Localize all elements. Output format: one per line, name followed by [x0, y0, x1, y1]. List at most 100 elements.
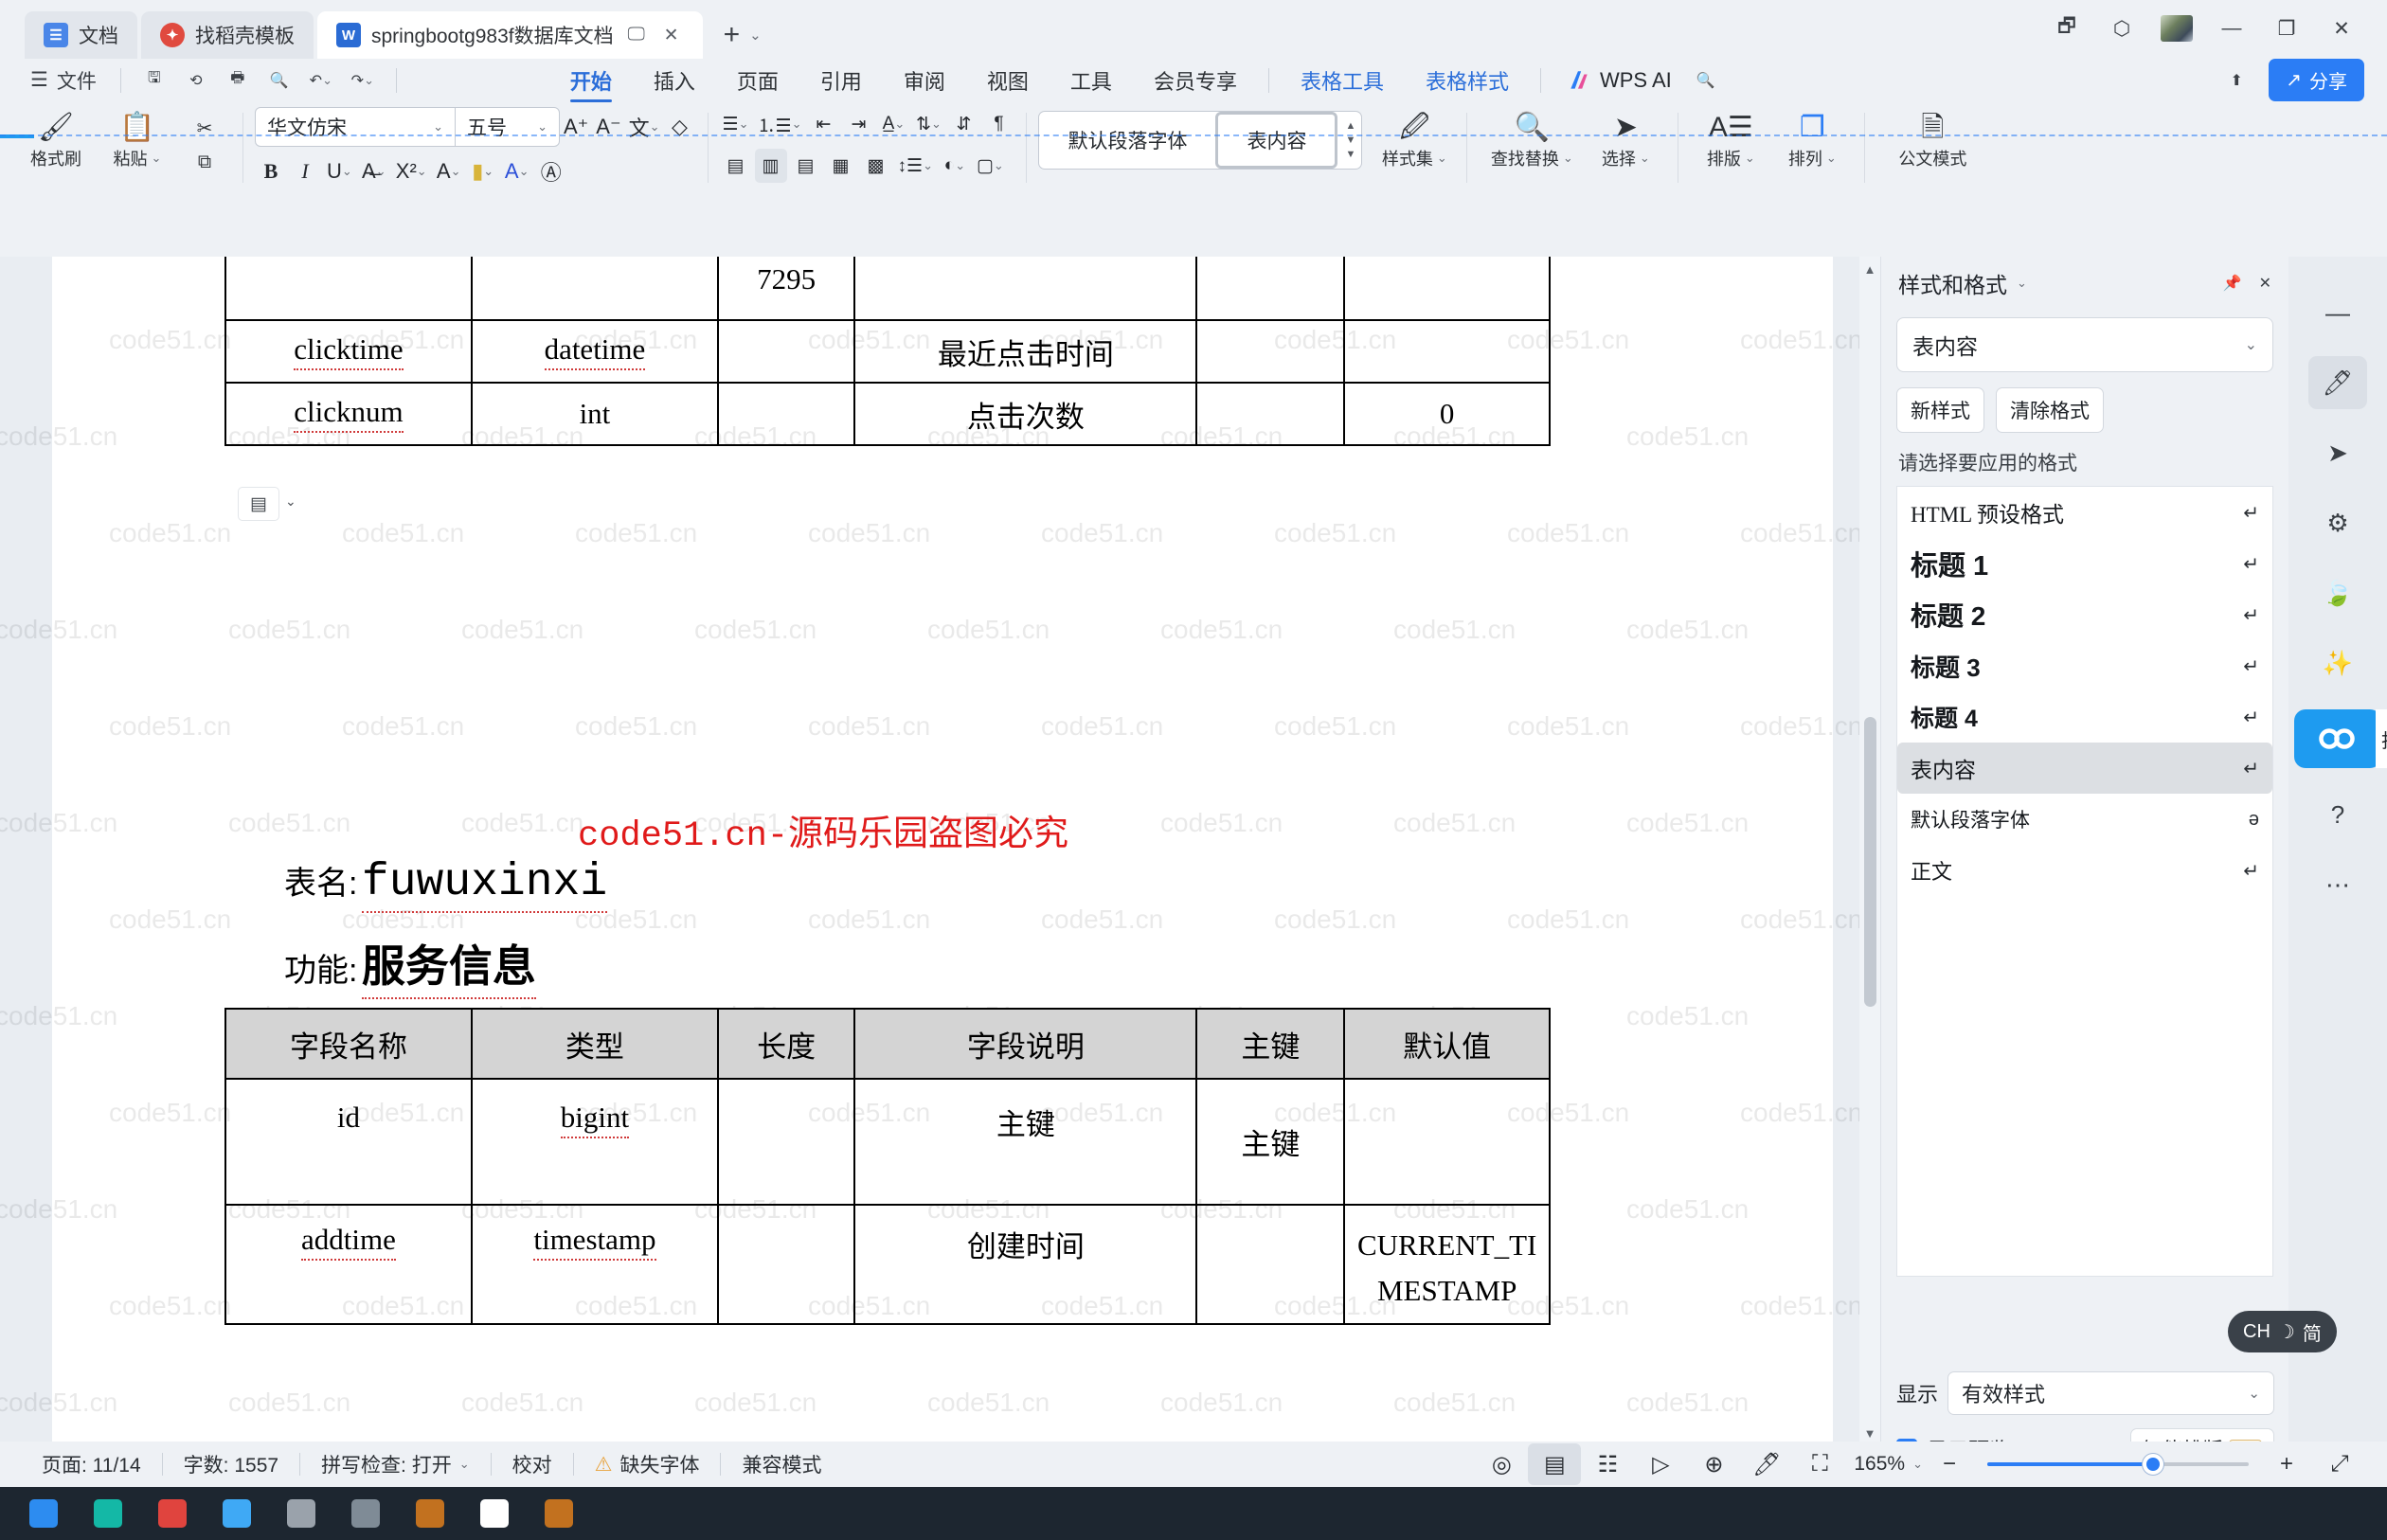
- copy-icon[interactable]: ⧉: [188, 146, 221, 178]
- page-view-icon[interactable]: ▤: [1528, 1443, 1582, 1485]
- arrange-button[interactable]: ❐ 排列 ⌄: [1771, 107, 1853, 170]
- taskbar-items[interactable]: [0, 1487, 2387, 1540]
- new-style-button[interactable]: 新样式: [1896, 387, 1984, 433]
- undo-cloud-icon[interactable]: ⟲: [177, 62, 215, 99]
- slider-knob[interactable]: [2143, 1454, 2163, 1475]
- spellcheck-status[interactable]: 拼写检查: 打开 ⌄: [300, 1450, 491, 1478]
- cell[interactable]: 7295: [716, 257, 856, 321]
- cell[interactable]: [1195, 319, 1346, 384]
- upload-cloud-icon[interactable]: ⬆: [2217, 62, 2255, 99]
- cell[interactable]: [1343, 319, 1551, 384]
- cell[interactable]: 最近点击时间: [853, 319, 1198, 384]
- style-list-item[interactable]: HTML 预设格式 ↵: [1897, 487, 2272, 538]
- table-row[interactable]: clicktime datetime 最近点击时间: [224, 319, 1551, 384]
- cell[interactable]: 主键: [1195, 1078, 1346, 1206]
- style-table-content[interactable]: 表内容: [1215, 112, 1338, 169]
- cell[interactable]: [716, 382, 856, 446]
- table-row[interactable]: id bigint 主键 主键: [224, 1078, 1551, 1206]
- cell[interactable]: [1195, 1204, 1346, 1325]
- select-button[interactable]: ➤ 选择 ⌄: [1585, 107, 1666, 170]
- pen-tool-icon[interactable]: 🖊: [2288, 348, 2387, 418]
- web-view-icon[interactable]: ⊕: [1687, 1443, 1740, 1485]
- table-row[interactable]: 7295: [224, 257, 1551, 321]
- show-select[interactable]: 有效样式 ⌄: [1947, 1371, 2274, 1415]
- cell[interactable]: clicknum: [224, 382, 473, 446]
- more-styles-icon[interactable]: ▼: [1345, 149, 1355, 160]
- help-icon[interactable]: ?: [2288, 779, 2387, 850]
- cell[interactable]: 点击次数: [853, 382, 1198, 446]
- scroll-up-icon[interactable]: ▲: [1345, 120, 1355, 132]
- chevron-down-icon[interactable]: ⌄: [2017, 276, 2027, 291]
- outline-view-icon[interactable]: ☷: [1581, 1443, 1634, 1485]
- page-indicator[interactable]: 页面: 11/14: [21, 1450, 162, 1478]
- cell[interactable]: [1195, 257, 1346, 321]
- tab-view[interactable]: 视图: [966, 59, 1050, 101]
- highlight-icon[interactable]: ▮ ⌄: [467, 154, 499, 188]
- align-right-icon[interactable]: ▤: [790, 149, 822, 183]
- chevron-down-icon[interactable]: ⌄: [285, 493, 296, 510]
- font-family-select[interactable]: 华文仿宋 ⌄: [256, 108, 455, 146]
- scroll-up-icon[interactable]: ▲: [1859, 259, 1880, 279]
- restore-button[interactable]: ❐: [2262, 9, 2311, 47]
- cell[interactable]: [470, 257, 719, 321]
- italic-button[interactable]: I: [289, 154, 321, 188]
- cell[interactable]: id: [224, 1078, 473, 1206]
- print-icon[interactable]: 🖶: [219, 62, 257, 99]
- cell[interactable]: [716, 319, 856, 384]
- file-menu-button[interactable]: ☰ 文件: [21, 62, 106, 99]
- close-button[interactable]: ✕: [2317, 9, 2366, 47]
- bold-button[interactable]: B: [255, 154, 287, 188]
- style-list-item[interactable]: 标题 2 ↵: [1897, 589, 2272, 640]
- leaf-scan-icon[interactable]: 🍃: [2288, 558, 2387, 628]
- style-list-item[interactable]: 正文 ↵: [1897, 845, 2272, 896]
- tab-insert[interactable]: 插入: [633, 59, 716, 101]
- scroll-down-icon[interactable]: ▼: [1859, 1423, 1880, 1443]
- tab-table-tools[interactable]: 表格工具: [1280, 59, 1405, 101]
- word-count[interactable]: 字数: 1557: [163, 1450, 299, 1478]
- share-button[interactable]: ↗ 分享: [2269, 59, 2364, 101]
- format-painter-button[interactable]: 🖌 格式刷: [15, 107, 97, 170]
- compatibility-mode[interactable]: 兼容模式: [721, 1450, 842, 1478]
- cell[interactable]: [853, 257, 1198, 321]
- taskbar-app-icon[interactable]: [271, 1487, 332, 1540]
- present-icon[interactable]: ▷: [1634, 1443, 1687, 1485]
- cell[interactable]: 0: [1343, 382, 1551, 446]
- style-list-item[interactable]: 标题 1 ↵: [1897, 538, 2272, 589]
- style-list-item[interactable]: 表内容 ↵: [1897, 743, 2272, 794]
- paste-button[interactable]: 📋 粘贴 ⌄: [97, 107, 178, 170]
- tab-start[interactable]: 开始: [549, 59, 633, 102]
- style-list-item[interactable]: 默认段落字体 ə: [1897, 794, 2272, 845]
- taskbar-app-icon[interactable]: [464, 1487, 525, 1540]
- superscript-button[interactable]: X² ⌄: [392, 154, 431, 188]
- style-gallery[interactable]: 默认段落字体 表内容 ▲ ▼ ▼: [1038, 111, 1363, 170]
- undo-icon[interactable]: ↶ ⌄: [302, 62, 340, 99]
- zoom-level[interactable]: 165%: [1846, 1453, 1912, 1476]
- focus-icon[interactable]: ◎: [1475, 1443, 1528, 1485]
- taskbar-app-icon[interactable]: [400, 1487, 460, 1540]
- document-vertical-scrollbar[interactable]: ▲ ▼ ⌄ ⌃: [1859, 257, 1880, 1487]
- cell[interactable]: [1343, 257, 1551, 321]
- clear-format-button[interactable]: 清除格式: [1996, 387, 2104, 433]
- tab-template-store[interactable]: ✦ 找稻壳模板: [141, 11, 314, 59]
- redo-icon[interactable]: ↷ ⌄: [344, 62, 382, 99]
- cell[interactable]: CURRENT_TIMESTAMP: [1343, 1204, 1551, 1325]
- cell[interactable]: 创建时间: [853, 1204, 1198, 1325]
- fullscreen-icon[interactable]: ⛶: [1793, 1443, 1846, 1485]
- distribute-icon[interactable]: ▩: [860, 149, 892, 183]
- official-mode-button[interactable]: 🗎 公文模式: [1876, 107, 1988, 170]
- tab-springbootg983f[interactable]: W springbootg983f数据库文档 🖵 ✕: [317, 11, 703, 59]
- wps-ai-button[interactable]: WPS AI: [1552, 68, 1687, 93]
- text-effect-button[interactable]: A ⌄: [433, 154, 465, 188]
- print-preview-icon[interactable]: 🔍: [260, 62, 298, 99]
- style-list-item[interactable]: 标题 3 ↵: [1897, 640, 2272, 691]
- function-line[interactable]: 功能: 服务信息: [284, 932, 536, 999]
- ink-icon[interactable]: 🖊: [1740, 1443, 1793, 1485]
- document-canvas[interactable]: code51.cn code51.cn code51.cn code51.cn code…: [0, 257, 1880, 1487]
- pin-icon[interactable]: 📌: [2223, 274, 2242, 293]
- tab-reference[interactable]: 引用: [799, 59, 883, 101]
- taskbar-app-icon[interactable]: [529, 1487, 589, 1540]
- character-border-icon[interactable]: Ⓐ: [535, 154, 567, 188]
- document-page[interactable]: code51.cn code51.cn code51.cn code51.cn code…: [0, 257, 1880, 1487]
- taskbar-app-icon[interactable]: [142, 1487, 203, 1540]
- zoom-out-button[interactable]: −: [1923, 1443, 1976, 1485]
